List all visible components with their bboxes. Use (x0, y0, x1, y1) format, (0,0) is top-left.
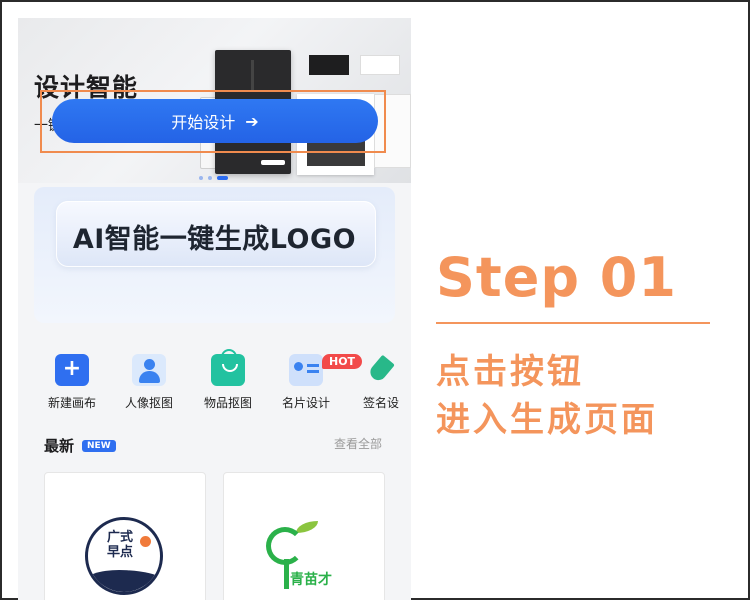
tool-label: 人像抠图 (124, 396, 173, 410)
latest-title: 最新 (44, 437, 75, 455)
step-title: Step 01 (436, 246, 677, 309)
mockup-business-card-dark (309, 55, 349, 75)
latest-tile[interactable]: 广式 早点 (44, 472, 206, 600)
tool-grid: + 新建画布 人像抠图 物品抠图 名片设计 签名设 HOT (18, 340, 411, 420)
logo-text: 广式 早点 (106, 530, 133, 560)
leaf-icon (296, 521, 318, 533)
step-divider (436, 322, 710, 324)
sprout-logo: 青苗才 (262, 519, 352, 589)
wave-icon (88, 570, 160, 592)
latest-header: 最新 NEW (44, 435, 116, 456)
step-description-line1: 点击按钮 (436, 352, 584, 392)
carousel-dot[interactable] (199, 176, 203, 180)
hot-badge: HOT (322, 354, 363, 369)
tool-new-canvas[interactable]: + 新建画布 (37, 354, 107, 411)
sun-icon (140, 536, 151, 547)
step-description-line2: 进入生成页面 (436, 400, 658, 440)
carousel-dots[interactable] (199, 176, 228, 180)
ai-card-title: AI智能一键生成LOGO (72, 224, 357, 255)
carousel-dot-active[interactable] (217, 176, 228, 180)
breakfast-logo: 广式 早点 (85, 517, 163, 595)
start-design-button[interactable]: 开始设计 ➔ (52, 99, 378, 143)
latest-tile[interactable]: 青苗才 (223, 472, 385, 600)
tool-label: 名片设计 (281, 396, 330, 410)
business-card-icon (289, 354, 323, 386)
carousel-dot[interactable] (208, 176, 212, 180)
mockup-business-card-light (360, 55, 400, 75)
stem-icon (284, 559, 289, 589)
tool-label: 签名设 (362, 396, 399, 410)
pen-icon (364, 354, 398, 386)
plus-icon: + (55, 354, 89, 386)
tool-label: 新建画布 (47, 396, 96, 410)
tool-object-cutout[interactable]: 物品抠图 (193, 349, 263, 411)
shopping-bag-icon (211, 349, 245, 386)
tool-portrait-cutout[interactable]: 人像抠图 (114, 354, 184, 411)
new-badge: NEW (82, 439, 116, 452)
view-all-link[interactable]: 查看全部 (334, 435, 382, 452)
portrait-icon (132, 354, 166, 386)
logo-text: 青苗才 (290, 572, 332, 588)
phone-screen: 设计智能 一键生成 AI智能一键生成LOGO 开始设计 ➔ + 新建画布 人像抠… (18, 18, 411, 600)
start-design-label: 开始设计 (171, 113, 236, 132)
ai-logo-card: AI智能一键生成LOGO (34, 187, 395, 323)
arrow-right-icon: ➔ (245, 111, 259, 131)
tool-label: 物品抠图 (203, 396, 252, 410)
